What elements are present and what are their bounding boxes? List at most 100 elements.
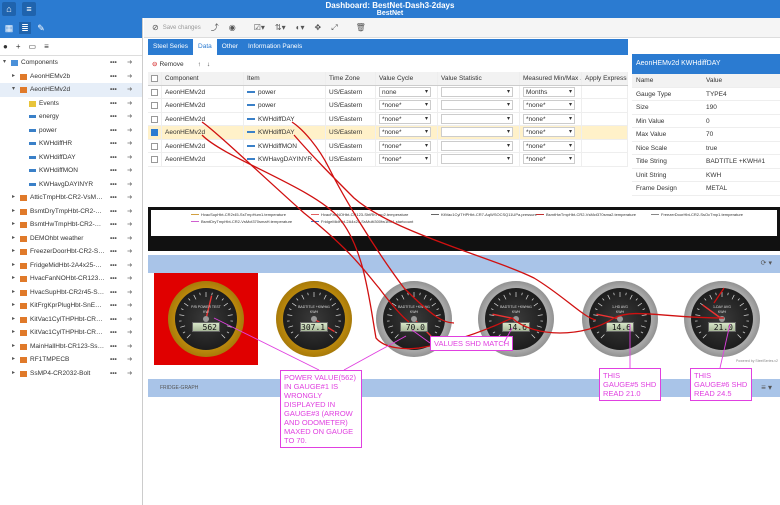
table-row[interactable]: AeonHEMv2dKWHavgDAYINYRUS/Eastern*none**… <box>148 153 628 167</box>
document-icon[interactable]: ▭ <box>29 42 37 51</box>
expand-caret-icon[interactable]: ▸ <box>12 326 15 340</box>
tree-item[interactable]: ▸ FreezerDoorHbt-CR2-SsOcT... ••• ➜ <box>0 245 142 259</box>
add-arrow-icon[interactable]: ➜ <box>127 97 132 111</box>
database-icon[interactable]: ≣ <box>19 22 31 34</box>
add-arrow-icon[interactable]: ➜ <box>127 326 132 340</box>
more-options-icon[interactable]: ••• <box>110 97 117 111</box>
grid-column-header[interactable]: Apply Expressi <box>582 72 628 85</box>
more-options-icon[interactable]: ••• <box>110 137 117 151</box>
move-icon[interactable]: ✥ <box>314 23 321 32</box>
cell-apply-expression[interactable] <box>582 126 628 139</box>
min-max-select[interactable]: *none* <box>523 154 575 164</box>
expand-caret-icon[interactable]: ▸ <box>12 218 15 232</box>
row-checkbox[interactable] <box>151 115 158 123</box>
tab-information-panels[interactable]: Information Panels <box>243 39 307 55</box>
row-checkbox[interactable] <box>151 102 158 109</box>
more-options-icon[interactable]: ••• <box>110 83 117 97</box>
more-options-icon[interactable]: ••• <box>110 56 117 70</box>
list-icon[interactable]: ≡ <box>44 42 49 51</box>
more-options-icon[interactable]: ••• <box>110 70 117 84</box>
more-options-icon[interactable]: ••• <box>110 178 117 192</box>
new-icon[interactable]: + <box>16 42 21 51</box>
more-options-icon[interactable]: ••• <box>110 151 117 165</box>
value-cycle-select[interactable]: *none* <box>379 100 431 110</box>
eye-icon[interactable]: ◉ <box>229 23 236 32</box>
table-row[interactable]: AeonHEMv2dKWHdiffMONUS/Eastern*none**non… <box>148 139 628 153</box>
expand-caret-icon[interactable]: ▸ <box>12 272 15 286</box>
property-row[interactable]: Unit String KWH <box>632 169 780 182</box>
table-row[interactable]: AeonHEMv2dpowerUS/Eastern*none**none* <box>148 99 628 113</box>
grid-column-header[interactable]: Measured Min/Max ... <box>520 72 582 85</box>
row-checkbox[interactable] <box>151 88 158 96</box>
table-row[interactable]: AeonHEMv2dKWHdiffDAYUS/Eastern*none**non… <box>148 126 628 140</box>
value-cycle-select[interactable]: *none* <box>379 113 431 124</box>
expand-caret-icon[interactable]: ▸ <box>12 259 15 273</box>
cell-apply-expression[interactable] <box>582 153 628 166</box>
expand-caret-icon[interactable]: ▸ <box>12 299 15 313</box>
more-options-icon[interactable]: ••• <box>110 326 117 340</box>
grid-column-header[interactable] <box>148 72 162 85</box>
value-statistic-select[interactable] <box>441 154 513 164</box>
add-arrow-icon[interactable]: ➜ <box>127 313 132 327</box>
more-options-icon[interactable]: ••• <box>110 124 117 138</box>
tree-item[interactable]: ▸ DEMOhbt weather ••• ➜ <box>0 232 142 246</box>
min-max-select[interactable]: Months <box>523 86 575 97</box>
chart-icon[interactable]: ▦ <box>3 22 15 34</box>
fridge-menu-icon[interactable]: ≡ ▾ <box>761 379 772 397</box>
expand-caret-icon[interactable]: ▾ <box>3 56 6 70</box>
add-arrow-icon[interactable]: ➜ <box>127 164 132 178</box>
value-cycle-select[interactable]: none <box>379 86 431 97</box>
tree-item[interactable]: KWHdiffMON ••• ➜ <box>0 164 142 178</box>
palette-icon[interactable]: ◐▾ <box>296 23 305 32</box>
property-value[interactable]: 0 <box>702 115 780 128</box>
add-arrow-icon[interactable]: ➜ <box>127 245 132 259</box>
property-value[interactable]: TYPE4 <box>702 88 780 101</box>
add-arrow-icon[interactable]: ➜ <box>127 353 132 367</box>
tree-item[interactable]: ▸ AeonHEMv2b ••• ➜ <box>0 70 142 84</box>
property-row[interactable]: Title String BADTITLE +KWH#1 <box>632 155 780 169</box>
tree-item[interactable]: energy ••• ➜ <box>0 110 142 124</box>
legend-entry[interactable]: FreezerDoorHbt-CR2-SsOcTmp1.temperature <box>651 212 743 217</box>
more-options-icon[interactable]: ••• <box>110 367 117 381</box>
delete-icon[interactable]: 🗑 <box>356 23 366 32</box>
cell-apply-expression[interactable] <box>582 85 628 98</box>
save-icon[interactable]: ⊘ <box>152 23 159 32</box>
expand-caret-icon[interactable]: ▸ <box>12 191 15 205</box>
value-statistic-select[interactable] <box>441 127 513 137</box>
grid-column-header[interactable]: Time Zone <box>326 72 376 85</box>
value-cycle-select[interactable]: *none* <box>379 154 431 164</box>
gauge-6[interactable]: 1-DAY AVG KWH 21.0 <box>684 281 760 357</box>
expand-caret-icon[interactable]: ▸ <box>12 313 15 327</box>
grid-column-header[interactable]: Item <box>244 72 326 85</box>
property-row[interactable]: Max Value 70 <box>632 128 780 142</box>
tab-steel-series[interactable]: Steel Series <box>148 39 193 55</box>
tree-item[interactable]: ▸ BsmtDryTmpHbt-CR2-VsMct... ••• ➜ <box>0 205 142 219</box>
add-arrow-icon[interactable]: ➜ <box>127 110 132 124</box>
row-checkbox[interactable] <box>151 129 158 136</box>
tree-item[interactable]: ▸ FridgeMidHbt-2A4x25-SsMulti2 ••• ➜ <box>0 259 142 273</box>
more-options-icon[interactable]: ••• <box>110 340 117 354</box>
add-arrow-icon[interactable]: ➜ <box>127 205 132 219</box>
tree-item[interactable]: ▸ AtticTmpHbt-CR2-VsMct370s... ••• ➜ <box>0 191 142 205</box>
grid-column-header[interactable]: Component <box>162 72 244 85</box>
more-options-icon[interactable]: ••• <box>110 110 117 124</box>
value-cycle-select[interactable]: *none* <box>379 140 431 151</box>
tree-item[interactable]: ▸ RF1TMPECB ••• ➜ <box>0 353 142 367</box>
tree-item[interactable]: ▸ KitVac1CylTHPHbt-CR7-AqW... ••• ➜ <box>0 313 142 327</box>
add-arrow-icon[interactable]: ➜ <box>127 218 132 232</box>
add-arrow-icon[interactable]: ➜ <box>127 367 132 381</box>
legend-entry[interactable]: BsmtDryTmpHbt-CR2-VsMct370smaH.temperatu… <box>191 219 292 224</box>
property-value[interactable]: true <box>702 142 780 155</box>
cell-apply-expression[interactable] <box>582 112 628 125</box>
legend-entry[interactable]: HvacFanNOHbt-CR123-ShtRhTmp2.temperature <box>311 212 408 217</box>
tree-item[interactable]: KWHdiffHR ••• ➜ <box>0 137 142 151</box>
add-arrow-icon[interactable]: ➜ <box>127 286 132 300</box>
add-arrow-icon[interactable]: ➜ <box>127 191 132 205</box>
property-value[interactable]: METAL <box>702 182 780 195</box>
value-cycle-select[interactable]: *none* <box>379 127 431 137</box>
gauge-1[interactable]: P/B POWER TEST KW 562 <box>168 281 244 357</box>
table-row[interactable]: AeonHEMv2d power US/Easternnone Months <box>148 85 628 99</box>
value-statistic-select[interactable] <box>441 86 513 97</box>
value-statistic-select[interactable] <box>441 113 513 124</box>
tree-item[interactable]: KWHdiffDAY ••• ➜ <box>0 151 142 165</box>
